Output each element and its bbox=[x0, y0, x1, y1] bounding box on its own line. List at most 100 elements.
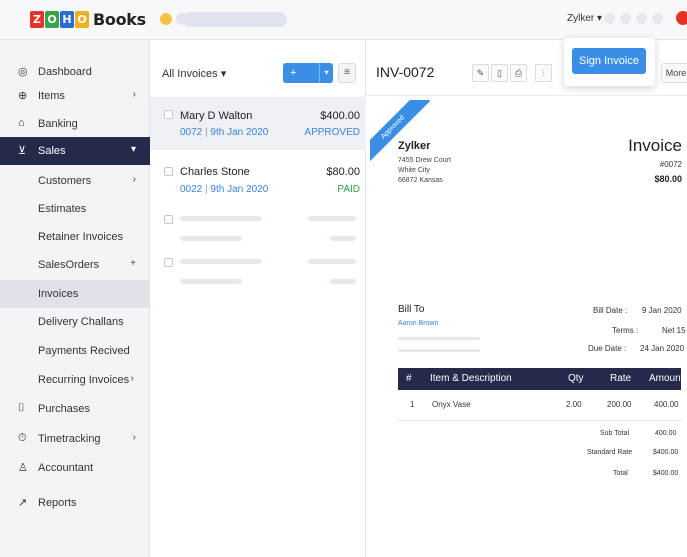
sidebar-item-reports[interactable]: ↗ Reports bbox=[0, 489, 150, 517]
customer-name: Charles Stone bbox=[180, 166, 250, 178]
view-filter-dropdown[interactable]: All Invoices ▾ bbox=[162, 67, 226, 80]
company-name: Zylker bbox=[398, 140, 431, 152]
add-icon[interactable]: + bbox=[130, 258, 136, 269]
sidebar-item-label: Delivery Challans bbox=[38, 316, 124, 328]
sidebar-item-label: Purchases bbox=[38, 403, 90, 415]
total-value: $400.00 bbox=[653, 470, 679, 477]
accountant-icon: ♙ bbox=[18, 462, 28, 474]
new-button-label[interactable]: + New bbox=[283, 63, 319, 99]
invoice-amount: $400.00 bbox=[320, 110, 360, 122]
skeleton-line bbox=[308, 259, 356, 264]
chevron-down-icon: ▾ bbox=[130, 144, 136, 155]
row-checkbox[interactable] bbox=[164, 110, 173, 119]
avatar[interactable] bbox=[676, 11, 687, 25]
settings-icon[interactable] bbox=[620, 13, 631, 24]
skeleton-line bbox=[330, 236, 356, 241]
sidebar-item-customers[interactable]: Customers › bbox=[0, 167, 150, 195]
chevron-right-icon: › bbox=[130, 373, 134, 384]
table-cell-rate: 200.00 bbox=[607, 400, 632, 409]
row-checkbox[interactable] bbox=[164, 258, 173, 267]
sidebar-item-items[interactable]: ⊕ Items › bbox=[0, 82, 150, 110]
list-item[interactable]: Charles Stone $80.00 0022 | 9th Jan 2020… bbox=[150, 152, 366, 204]
sidebar-item-label: Items bbox=[38, 90, 65, 102]
column-header-rate: Rate bbox=[610, 373, 632, 384]
sidebar-item-salesorders[interactable]: SalesOrders + bbox=[0, 251, 150, 279]
skeleton-line bbox=[398, 349, 480, 352]
sidebar-item-recurring-invoices[interactable]: Recurring Invoices › bbox=[0, 366, 150, 394]
sidebar-item-label: Accountant bbox=[38, 462, 94, 474]
invoice-date: 9th Jan 2020 bbox=[210, 184, 269, 195]
column-header-amount: Amount bbox=[649, 373, 684, 384]
chevron-down-icon[interactable]: ▾ bbox=[319, 63, 333, 83]
company-address-line: White City bbox=[398, 167, 430, 174]
bill-to-name[interactable]: Aaron Brown bbox=[398, 320, 438, 327]
items-icon: ⊕ bbox=[18, 90, 28, 102]
table-cell-number: 1 bbox=[410, 400, 415, 409]
attachment-icon[interactable]: ⫶ bbox=[535, 64, 552, 82]
invoice-list-pane: All Invoices ▾ + New ▾ ≡ Mary D Walton $… bbox=[150, 40, 366, 557]
sidebar-item-label: Dashboard bbox=[38, 66, 92, 78]
sign-invoice-button[interactable]: Sign Invoice bbox=[572, 48, 646, 74]
invoice-amount: $80.00 bbox=[326, 166, 360, 178]
sidebar-item-estimates[interactable]: Estimates bbox=[0, 195, 150, 223]
sidebar-item-accountant[interactable]: ♙ Accountant bbox=[0, 454, 150, 482]
row-checkbox[interactable] bbox=[164, 167, 173, 176]
table-cell-item: Onyx Vase bbox=[432, 400, 471, 409]
org-switcher[interactable]: Zylker ▾ bbox=[567, 13, 602, 24]
search-bar-placeholder[interactable] bbox=[183, 12, 287, 27]
list-item[interactable]: Mary D Walton $400.00 0072 | 9th Jan 202… bbox=[150, 98, 366, 150]
terms-value: Net 15 bbox=[662, 326, 686, 335]
customer-name: Mary D Walton bbox=[180, 110, 253, 122]
sidebar-item-label: Recurring Invoices bbox=[38, 374, 130, 386]
print-icon[interactable]: ⎙ bbox=[510, 64, 527, 82]
invoice-meta: 0072 | 9th Jan 2020 bbox=[180, 127, 268, 138]
ribbon-label: Approved bbox=[370, 100, 431, 165]
sidebar-item-delivery-challans[interactable]: Delivery Challans bbox=[0, 308, 150, 336]
more-button[interactable]: More bbox=[661, 63, 687, 83]
invoice-number: 0072 bbox=[180, 127, 203, 138]
company-address-line: 66872 Kansas bbox=[398, 177, 443, 184]
document-number: #0072 bbox=[659, 160, 682, 169]
document-title: Invoice bbox=[628, 136, 682, 155]
zoho-books-logo[interactable]: Z O H O Books bbox=[30, 10, 146, 29]
column-header-item: Item & Description bbox=[430, 373, 512, 384]
sidebar-item-payments-received[interactable]: Payments Recived bbox=[0, 337, 150, 365]
sidebar-item-label: Retainer Invoices bbox=[38, 231, 123, 243]
document-amount: $80.00 bbox=[654, 174, 682, 184]
row-checkbox[interactable] bbox=[164, 215, 173, 224]
sidebar-item-purchases[interactable]: ⌷ Purchases bbox=[0, 395, 150, 423]
apps-icon[interactable] bbox=[652, 13, 663, 24]
total-label: Total bbox=[613, 470, 628, 477]
sidebar-item-sales[interactable]: ⊻ Sales ▾ bbox=[0, 137, 150, 165]
top-bar: Z O H O Books Zylker ▾ bbox=[0, 0, 687, 40]
logo-letter-o2: O bbox=[75, 11, 89, 28]
stopwatch-icon: ⏱ bbox=[18, 432, 27, 444]
sidebar-item-label: Timetracking bbox=[38, 433, 101, 445]
sidebar-item-label: Reports bbox=[38, 497, 77, 509]
chevron-right-icon: › bbox=[132, 174, 136, 185]
dashboard-icon: ◎ bbox=[18, 66, 28, 78]
invoice-detail-pane: INV-0072 ✎ ▯ ⎙ ⫶ Sign Invoice More Appro… bbox=[366, 38, 687, 557]
bill-date-value: 9 Jan 2020 bbox=[642, 306, 682, 315]
sidebar-item-retainer-invoices[interactable]: Retainer Invoices bbox=[0, 223, 150, 251]
toolbar: ✎ ▯ ⎙ ⫶ bbox=[472, 64, 554, 82]
help-icon[interactable] bbox=[636, 13, 647, 24]
notification-icon[interactable] bbox=[604, 13, 615, 24]
terms-label: Terms : bbox=[612, 326, 639, 335]
sidebar-item-banking[interactable]: ⌂ Banking bbox=[0, 110, 150, 138]
sidebar-item-invoices[interactable]: Invoices bbox=[0, 280, 150, 308]
sidebar-item-label: Invoices bbox=[38, 288, 79, 300]
sidebar-item-label: Banking bbox=[38, 118, 78, 130]
sidebar-item-timetracking[interactable]: ⏱ Timetracking › bbox=[0, 425, 150, 453]
sign-invoice-popover: Sign Invoice bbox=[564, 38, 655, 86]
hamburger-menu-icon[interactable]: ≡ bbox=[338, 63, 356, 83]
status-dot-icon bbox=[160, 13, 172, 25]
due-date-label: Due Date : bbox=[588, 344, 627, 353]
sidebar-item-label: Sales bbox=[38, 145, 66, 157]
table-cell-amount: 400.00 bbox=[654, 400, 679, 409]
new-invoice-button[interactable]: + New ▾ bbox=[283, 63, 333, 99]
skeleton-line bbox=[180, 216, 262, 221]
edit-icon[interactable]: ✎ bbox=[472, 64, 489, 82]
status-badge: APPROVED bbox=[304, 127, 360, 138]
pdf-icon[interactable]: ▯ bbox=[491, 64, 508, 82]
